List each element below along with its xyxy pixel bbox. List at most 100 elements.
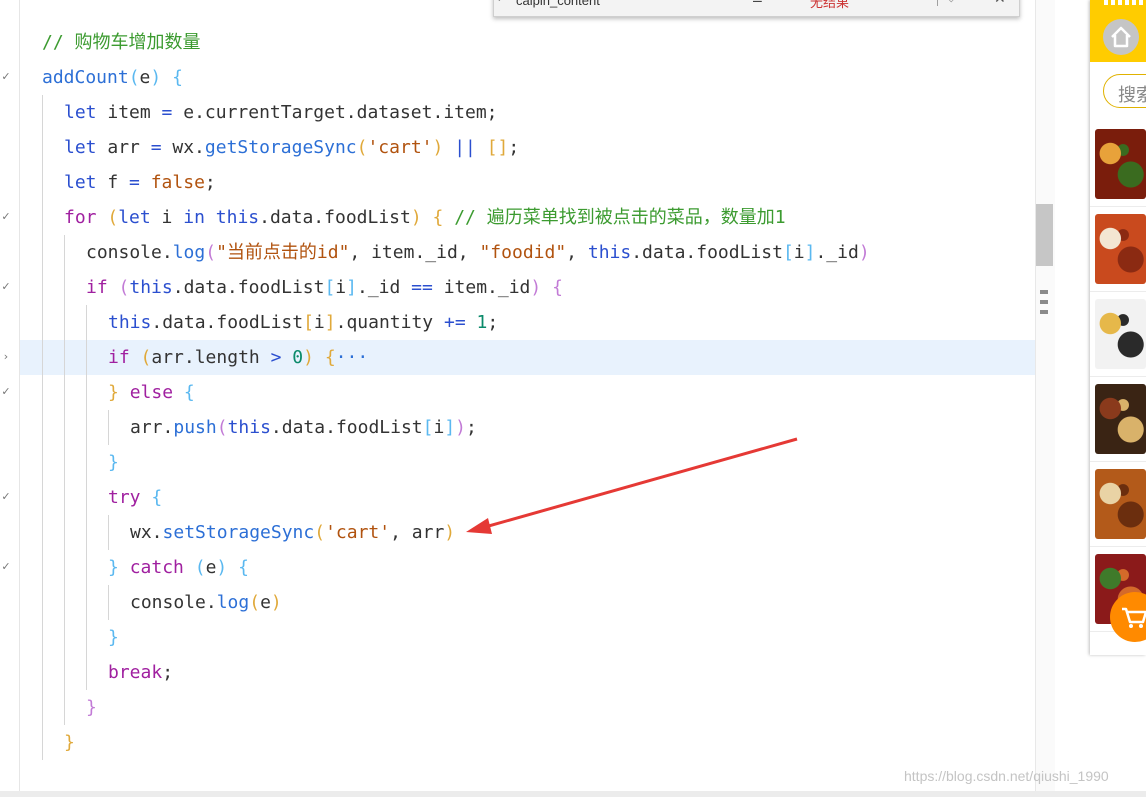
code-token: ) <box>150 67 162 88</box>
arrow-down-icon[interactable]: │ ⇩ <box>934 0 957 6</box>
code-token: { <box>238 557 249 578</box>
code-token: // 购物车增加数量 <box>42 32 201 53</box>
code-line[interactable]: let arr = wx.getStorageSync('cart') || [… <box>64 130 519 165</box>
code-token: wx. <box>130 522 163 543</box>
sash-grip-icon[interactable] <box>1040 300 1048 304</box>
fold-expanded-icon[interactable]: ✓ <box>0 490 12 503</box>
code-token: == <box>411 277 433 298</box>
code-line[interactable]: } <box>108 620 119 655</box>
code-editor[interactable]: ✓ ✓ ✓ › ✓ ✓ ✓ // 购物车增加数量 addCount(e) {let item … <box>0 0 1054 791</box>
cart-button[interactable] <box>1110 592 1146 642</box>
sash-grip-icon[interactable] <box>1040 290 1048 294</box>
code-line[interactable]: for (let i in this.data.foodList) { // 遍… <box>64 200 786 235</box>
match-case-icon[interactable]: ☰ ▪ <box>752 0 770 5</box>
code-token: arr. <box>130 417 174 438</box>
code-token: [ <box>303 312 314 333</box>
code-line[interactable]: this.data.foodList[i].quantity += 1; <box>108 305 498 340</box>
code-line[interactable]: if (arr.length > 0) {··· <box>108 340 368 375</box>
code-token: in <box>183 207 205 228</box>
close-icon[interactable]: ✕ <box>994 0 1006 7</box>
code-line[interactable]: addCount(e) { <box>42 60 183 95</box>
phone-simulator[interactable]: 搜索 <box>1090 0 1146 655</box>
vertical-scrollbar[interactable] <box>1035 0 1055 791</box>
code-token: e <box>205 557 217 578</box>
code-token: 1 <box>476 312 488 333</box>
code-token: ) <box>444 522 456 543</box>
code-token: ( <box>118 277 130 298</box>
fold-expanded-icon[interactable]: ✓ <box>0 280 12 293</box>
code-line[interactable]: // 购物车增加数量 <box>42 25 201 60</box>
food-thumbnail-1[interactable] <box>1095 129 1146 199</box>
code-token: { <box>324 347 336 368</box>
code-token: ) <box>303 347 314 368</box>
list-divider <box>1090 461 1146 462</box>
code-line[interactable]: console.log(e) <box>130 585 282 620</box>
indent-guide <box>86 305 87 690</box>
code-token: ) <box>858 242 870 263</box>
code-token: setStorageSync <box>162 522 315 543</box>
fold-expanded-icon[interactable]: ✓ <box>0 210 12 223</box>
code-line[interactable]: wx.setStorageSync('cart', arr) <box>130 515 455 550</box>
fold-expanded-icon[interactable]: ✓ <box>0 70 12 83</box>
code-token: console. <box>86 242 173 263</box>
code-token: item._id <box>432 277 531 298</box>
code-line[interactable]: console.log("当前点击的id", item._id, "foodid… <box>86 235 870 270</box>
search-input[interactable]: 搜索 <box>1103 74 1146 108</box>
food-thumbnail-2[interactable] <box>1095 214 1146 284</box>
code-token: i <box>335 277 347 298</box>
code-token: ; <box>487 312 499 333</box>
code-line[interactable]: } else { <box>108 375 195 410</box>
sash-grip-icon[interactable] <box>1040 310 1048 314</box>
code-token: ( <box>128 67 140 88</box>
code-token: this <box>129 277 173 298</box>
find-input[interactable]: caipin_content <box>516 0 766 11</box>
code-line[interactable]: break; <box>108 655 173 690</box>
code-token: || <box>454 137 476 158</box>
code-token: break <box>108 662 163 683</box>
arrow-head <box>466 518 492 534</box>
home-button[interactable] <box>1103 19 1139 55</box>
folded-ellipsis[interactable]: ··· <box>336 347 369 368</box>
code-token: } <box>108 557 119 578</box>
code-line[interactable]: arr.push(this.data.foodList[i]); <box>130 410 477 445</box>
code-token: = <box>129 172 140 193</box>
food-thumbnail-5[interactable] <box>1095 469 1146 539</box>
code-line[interactable]: } catch (e) { <box>108 550 249 585</box>
food-thumbnail-3[interactable] <box>1095 299 1146 369</box>
fold-expanded-icon[interactable]: ✓ <box>0 560 12 573</box>
code-token: let <box>64 102 97 123</box>
code-token: { <box>183 382 195 403</box>
code-line[interactable]: } <box>108 445 119 480</box>
fold-expanded-icon[interactable]: ✓ <box>0 385 12 398</box>
find-widget[interactable]: › caipin_content ☰ ▪ 无结果 │ ⇩ ✕ <box>493 0 1020 17</box>
indent-guide <box>108 585 109 620</box>
code-token: ) <box>410 207 422 228</box>
code-token: ; <box>466 417 477 438</box>
chevron-right-icon[interactable]: › <box>498 0 502 5</box>
code-line[interactable]: } <box>64 725 75 760</box>
code-line[interactable]: let f = false; <box>64 165 216 200</box>
code-line[interactable]: } <box>86 690 97 725</box>
food-thumbnail-4[interactable] <box>1095 384 1146 454</box>
code-token: item <box>96 102 162 123</box>
code-token: i <box>313 312 325 333</box>
code-token: ( <box>107 207 119 228</box>
code-line[interactable]: try { <box>108 480 162 515</box>
code-token: push <box>173 417 217 438</box>
code-line[interactable]: if (this.data.foodList[i]._id == item._i… <box>86 270 563 305</box>
code-token: if <box>86 277 108 298</box>
code-token: ) <box>530 277 542 298</box>
code-token: .data.foodList <box>259 207 411 228</box>
scrollbar-thumb[interactable] <box>1036 204 1053 266</box>
fold-collapsed-icon[interactable]: › <box>0 350 12 363</box>
status-strip <box>0 791 1146 797</box>
code-token: this <box>587 242 632 263</box>
code-line[interactable]: let item = e.currentTarget.dataset.item; <box>64 95 498 130</box>
code-token: } <box>108 382 119 403</box>
